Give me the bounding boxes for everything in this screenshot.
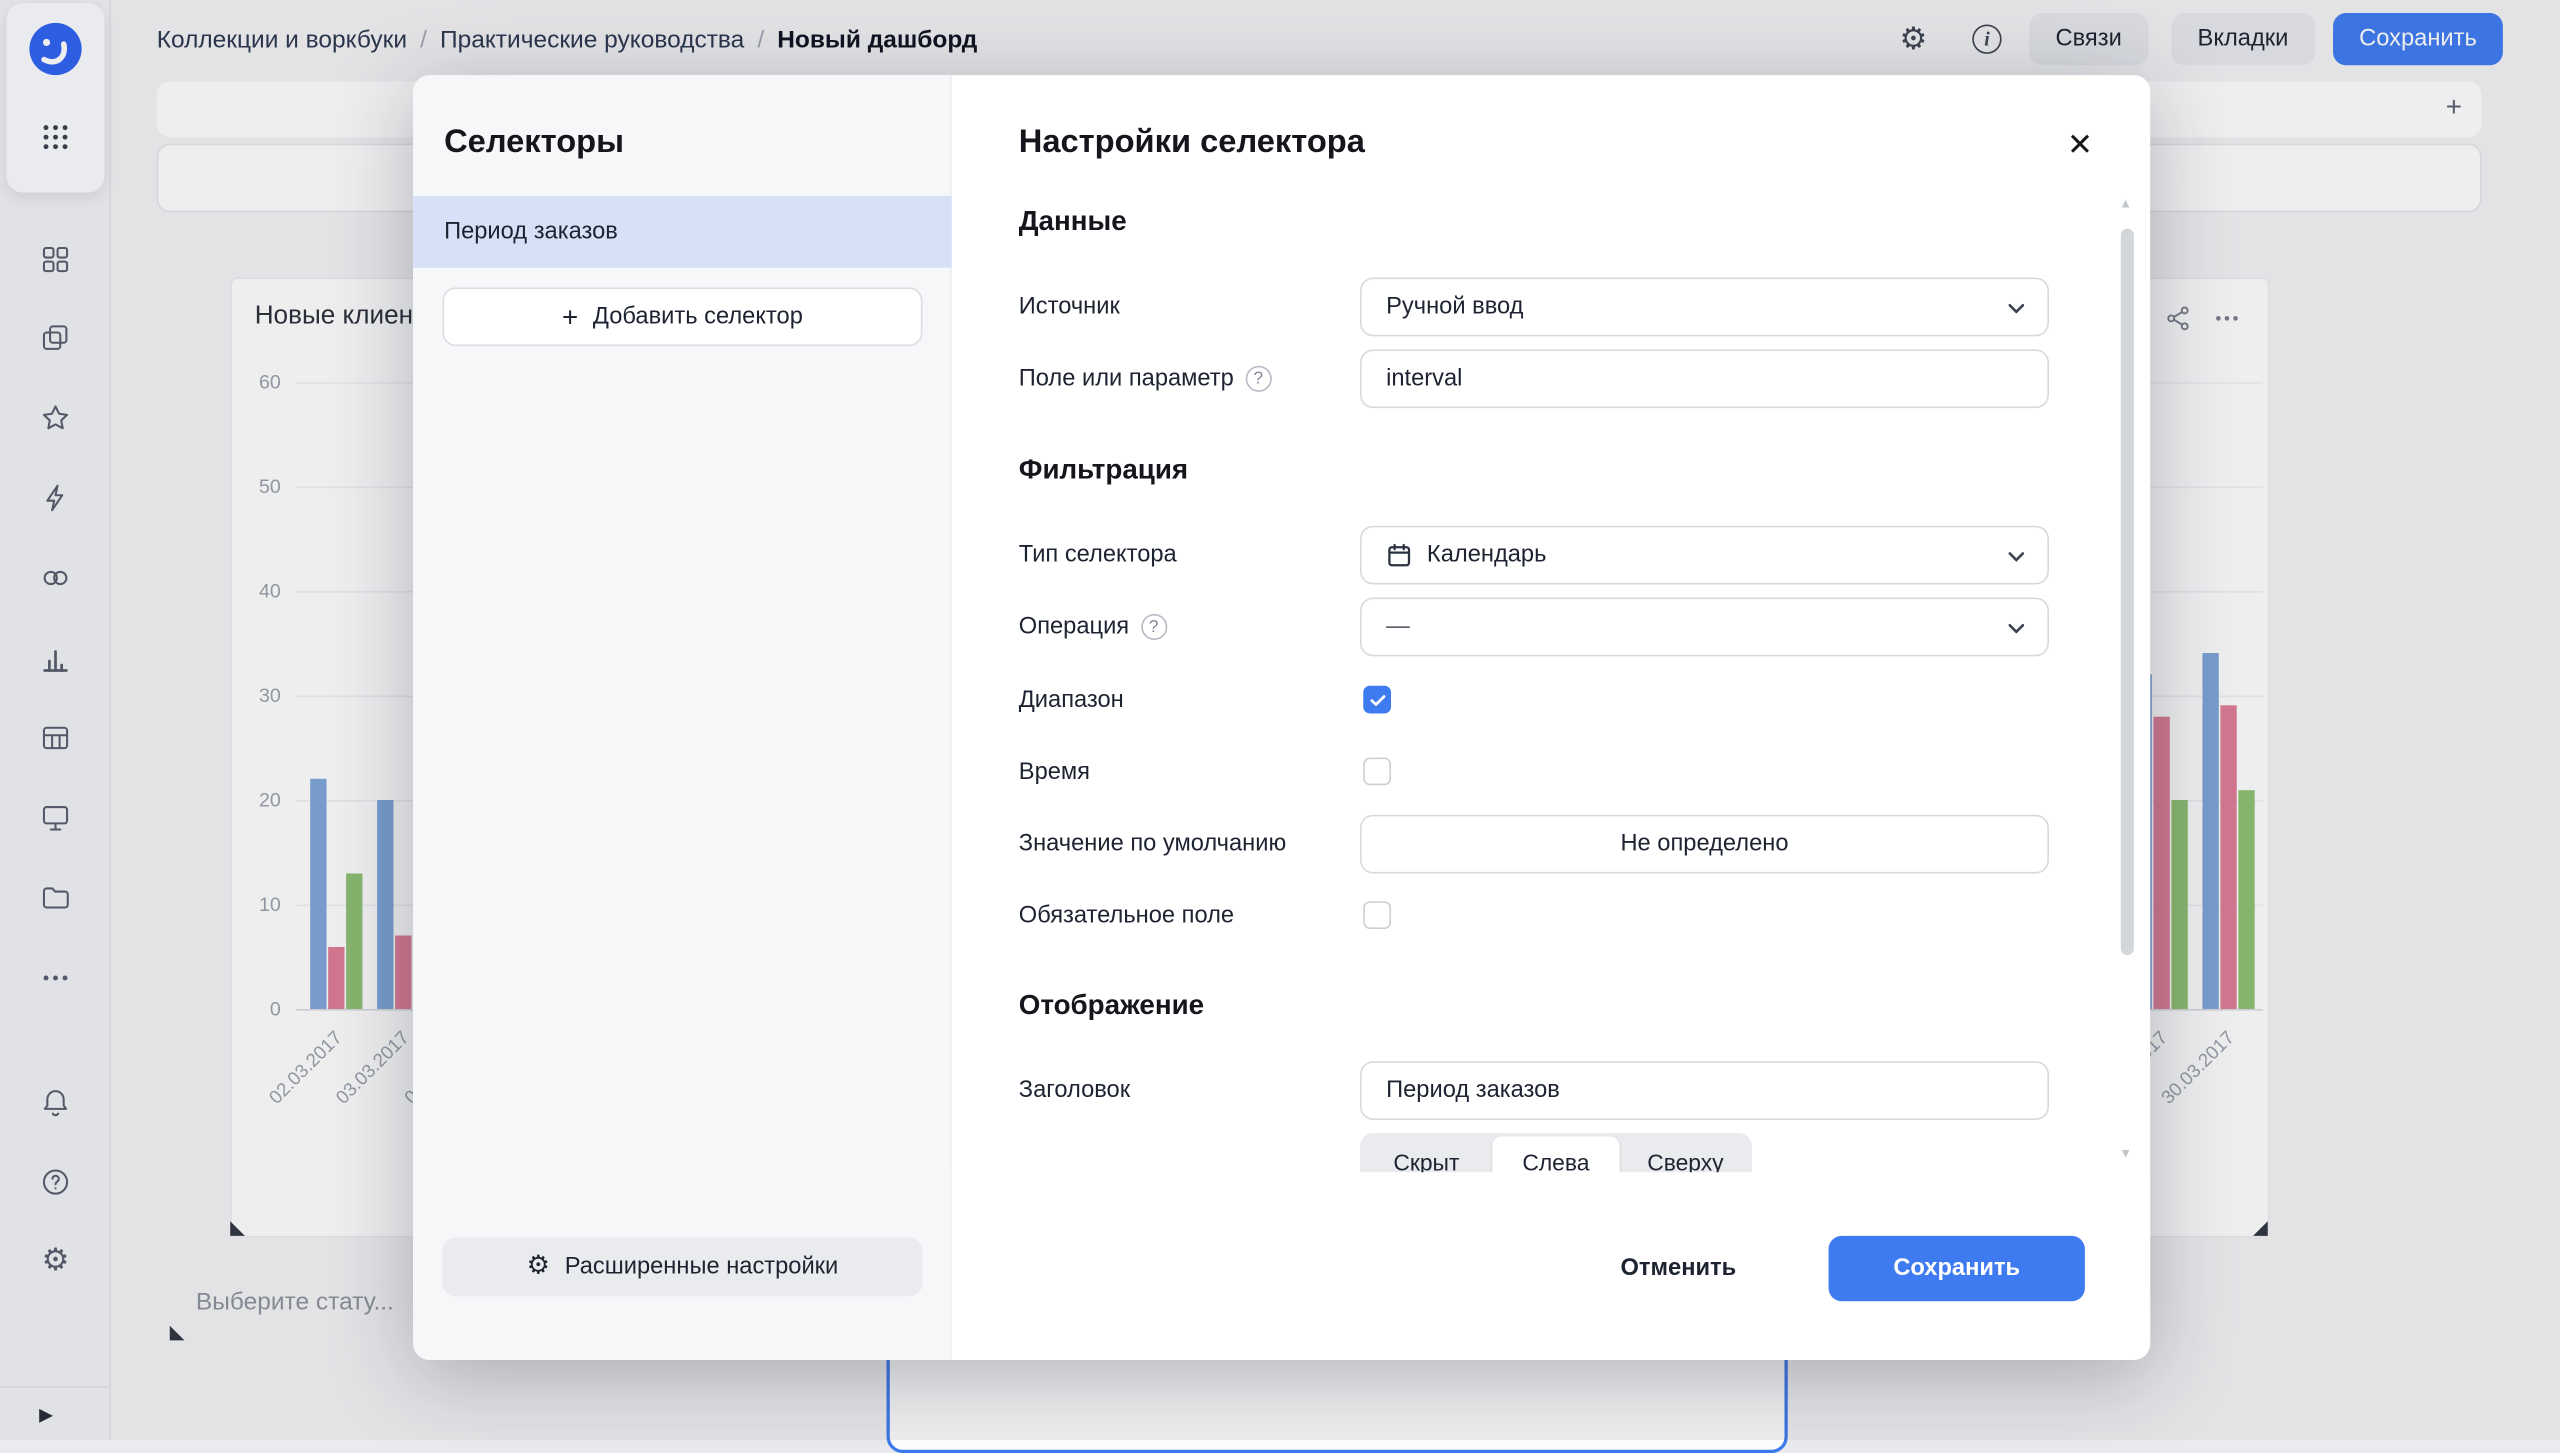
settings-title: Настройки селектора xyxy=(1019,124,1365,162)
required-label: Обязательное поле xyxy=(1019,887,1234,946)
section-filtration: Фильтрация xyxy=(1019,454,1188,487)
help-icon[interactable]: ? xyxy=(1141,614,1167,640)
selector-type-select[interactable]: Календарь xyxy=(1360,526,2049,585)
calendar-icon xyxy=(1386,542,1412,568)
selector-item-label: Период заказов xyxy=(444,219,618,245)
add-selector-button[interactable]: + Добавить селектор xyxy=(442,287,922,346)
time-checkbox[interactable] xyxy=(1363,758,1391,786)
close-icon[interactable]: ✕ xyxy=(2056,121,2105,170)
source-value: Ручной ввод xyxy=(1386,294,1523,320)
source-label: Источник xyxy=(1019,278,1120,337)
selector-list-item[interactable]: Период заказов xyxy=(413,196,952,268)
scroll-up-icon[interactable]: ▲ xyxy=(2119,196,2132,211)
selectors-panel-title: Селекторы xyxy=(444,124,624,162)
title-input[interactable] xyxy=(1360,1061,2049,1120)
dialog-footer: Отменить Сохранить xyxy=(952,1172,2150,1360)
field-label: Поле или параметр ? xyxy=(1019,349,1272,408)
app-stage: ⚙ ▶ Коллекции и воркбуки/Практические ру… xyxy=(0,0,2560,1440)
selectors-list-panel: Селекторы Период заказов + Добавить селе… xyxy=(413,75,952,1360)
advanced-settings-label: Расширенные настройки xyxy=(565,1254,839,1280)
default-value-button[interactable]: Не определено xyxy=(1360,815,2049,874)
selectors-dialog: Селекторы Период заказов + Добавить селе… xyxy=(413,75,2150,1360)
advanced-settings-button[interactable]: ⚙ Расширенные настройки xyxy=(442,1238,922,1297)
cancel-button[interactable]: Отменить xyxy=(1597,1236,1760,1301)
source-select[interactable]: Ручной ввод xyxy=(1360,278,2049,337)
default-value: Не определено xyxy=(1620,831,1788,857)
range-checkbox[interactable] xyxy=(1363,686,1391,714)
operation-select[interactable]: — xyxy=(1360,598,2049,657)
selector-type-label: Тип селектора xyxy=(1019,526,1177,585)
range-label: Диапазон xyxy=(1019,671,1124,730)
section-display: Отображение xyxy=(1019,989,1204,1022)
default-value-label: Значение по умолчанию xyxy=(1019,815,1286,874)
chevron-down-icon xyxy=(2007,619,2027,639)
time-label: Время xyxy=(1019,743,1090,802)
title-label: Заголовок xyxy=(1019,1061,1130,1120)
help-icon[interactable]: ? xyxy=(1245,366,1271,392)
save-button[interactable]: Сохранить xyxy=(1829,1236,2085,1301)
scrollbar-thumb[interactable] xyxy=(2121,229,2134,956)
operation-value: — xyxy=(1386,614,1410,640)
chevron-down-icon xyxy=(2007,299,2027,319)
check-icon xyxy=(1367,690,1387,710)
required-checkbox[interactable] xyxy=(1363,901,1391,929)
add-selector-label: Добавить селектор xyxy=(593,304,803,330)
chevron-down-icon xyxy=(2007,547,2027,567)
section-data: Данные xyxy=(1019,206,1127,239)
field-input[interactable] xyxy=(1360,349,2049,408)
operation-label: Операция ? xyxy=(1019,598,1167,657)
gear-icon: ⚙ xyxy=(527,1254,550,1280)
selector-type-value: Календарь xyxy=(1427,542,1546,568)
plus-icon: + xyxy=(562,303,578,331)
scroll-down-icon[interactable]: ▼ xyxy=(2119,1146,2132,1161)
